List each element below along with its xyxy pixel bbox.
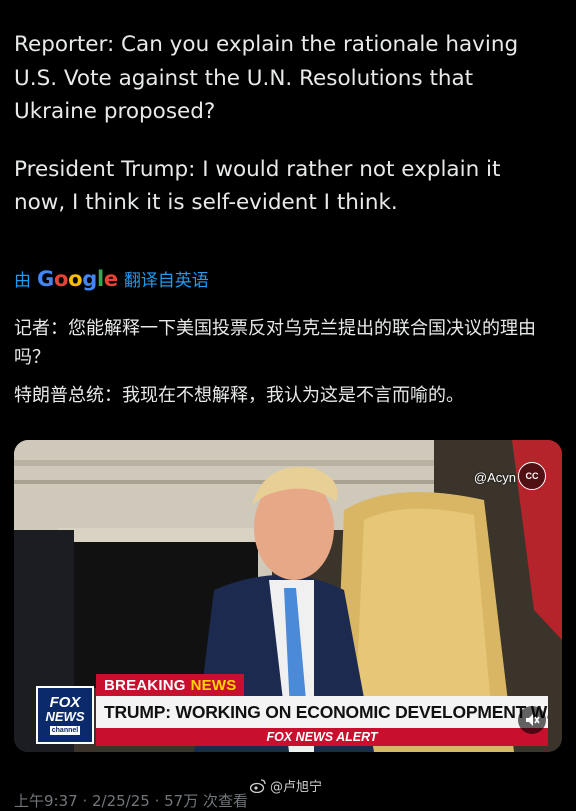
news-lower-third: FOX NEWS channel BREAKING NEWS TRUMP: WOR…	[14, 672, 562, 752]
weibo-watermark: @卢旭宁	[250, 776, 322, 795]
breaking-news-banner: BREAKING NEWS	[96, 674, 245, 696]
translated-by-google[interactable]: 由 Google 翻译自英语	[14, 266, 209, 292]
post-paragraph-president: President Trump: I would rather not expl…	[14, 156, 501, 216]
watermark-text: @卢旭宁	[270, 780, 323, 795]
fox-news-logo: FOX NEWS channel	[36, 686, 94, 744]
weibo-icon	[250, 778, 266, 793]
post-paragraph-reporter: Reporter: Can you explain the rationale …	[14, 32, 519, 124]
closed-captions-button[interactable]: CC	[518, 462, 546, 490]
google-logo: Google	[37, 266, 118, 291]
mute-button[interactable]	[518, 706, 546, 734]
translated-by-label: 由	[14, 271, 31, 291]
video-player[interactable]: @Acyn CC FOX NEWS channel BREAKING NEWS T…	[14, 440, 562, 752]
news-headline: TRUMP: WORKING ON ECONOMIC DEVELOPMENT W…	[96, 696, 548, 728]
translated-paragraph-reporter: 记者：您能解释一下美国投票反对乌克兰提出的联合国决议的理由吗？	[14, 318, 536, 368]
post-meta: 上午9:37 · 2/25/25 · 57万 次查看	[14, 792, 248, 810]
translated-paragraph-president: 特朗普总统：我现在不想解释，我认为这是不言而喻的。	[14, 385, 464, 406]
speaker-muted-icon	[526, 714, 540, 726]
translated-text: 记者：您能解释一下美国投票反对乌克兰提出的联合国决议的理由吗？ 特朗普总统：我现…	[14, 314, 562, 410]
video-handle: @Acyn	[473, 470, 516, 485]
post-text: Reporter: Can you explain the rationale …	[14, 28, 554, 220]
translated-from-label: 翻译自英语	[123, 271, 209, 291]
news-alert-bar: FOX NEWS ALERT	[96, 728, 548, 746]
